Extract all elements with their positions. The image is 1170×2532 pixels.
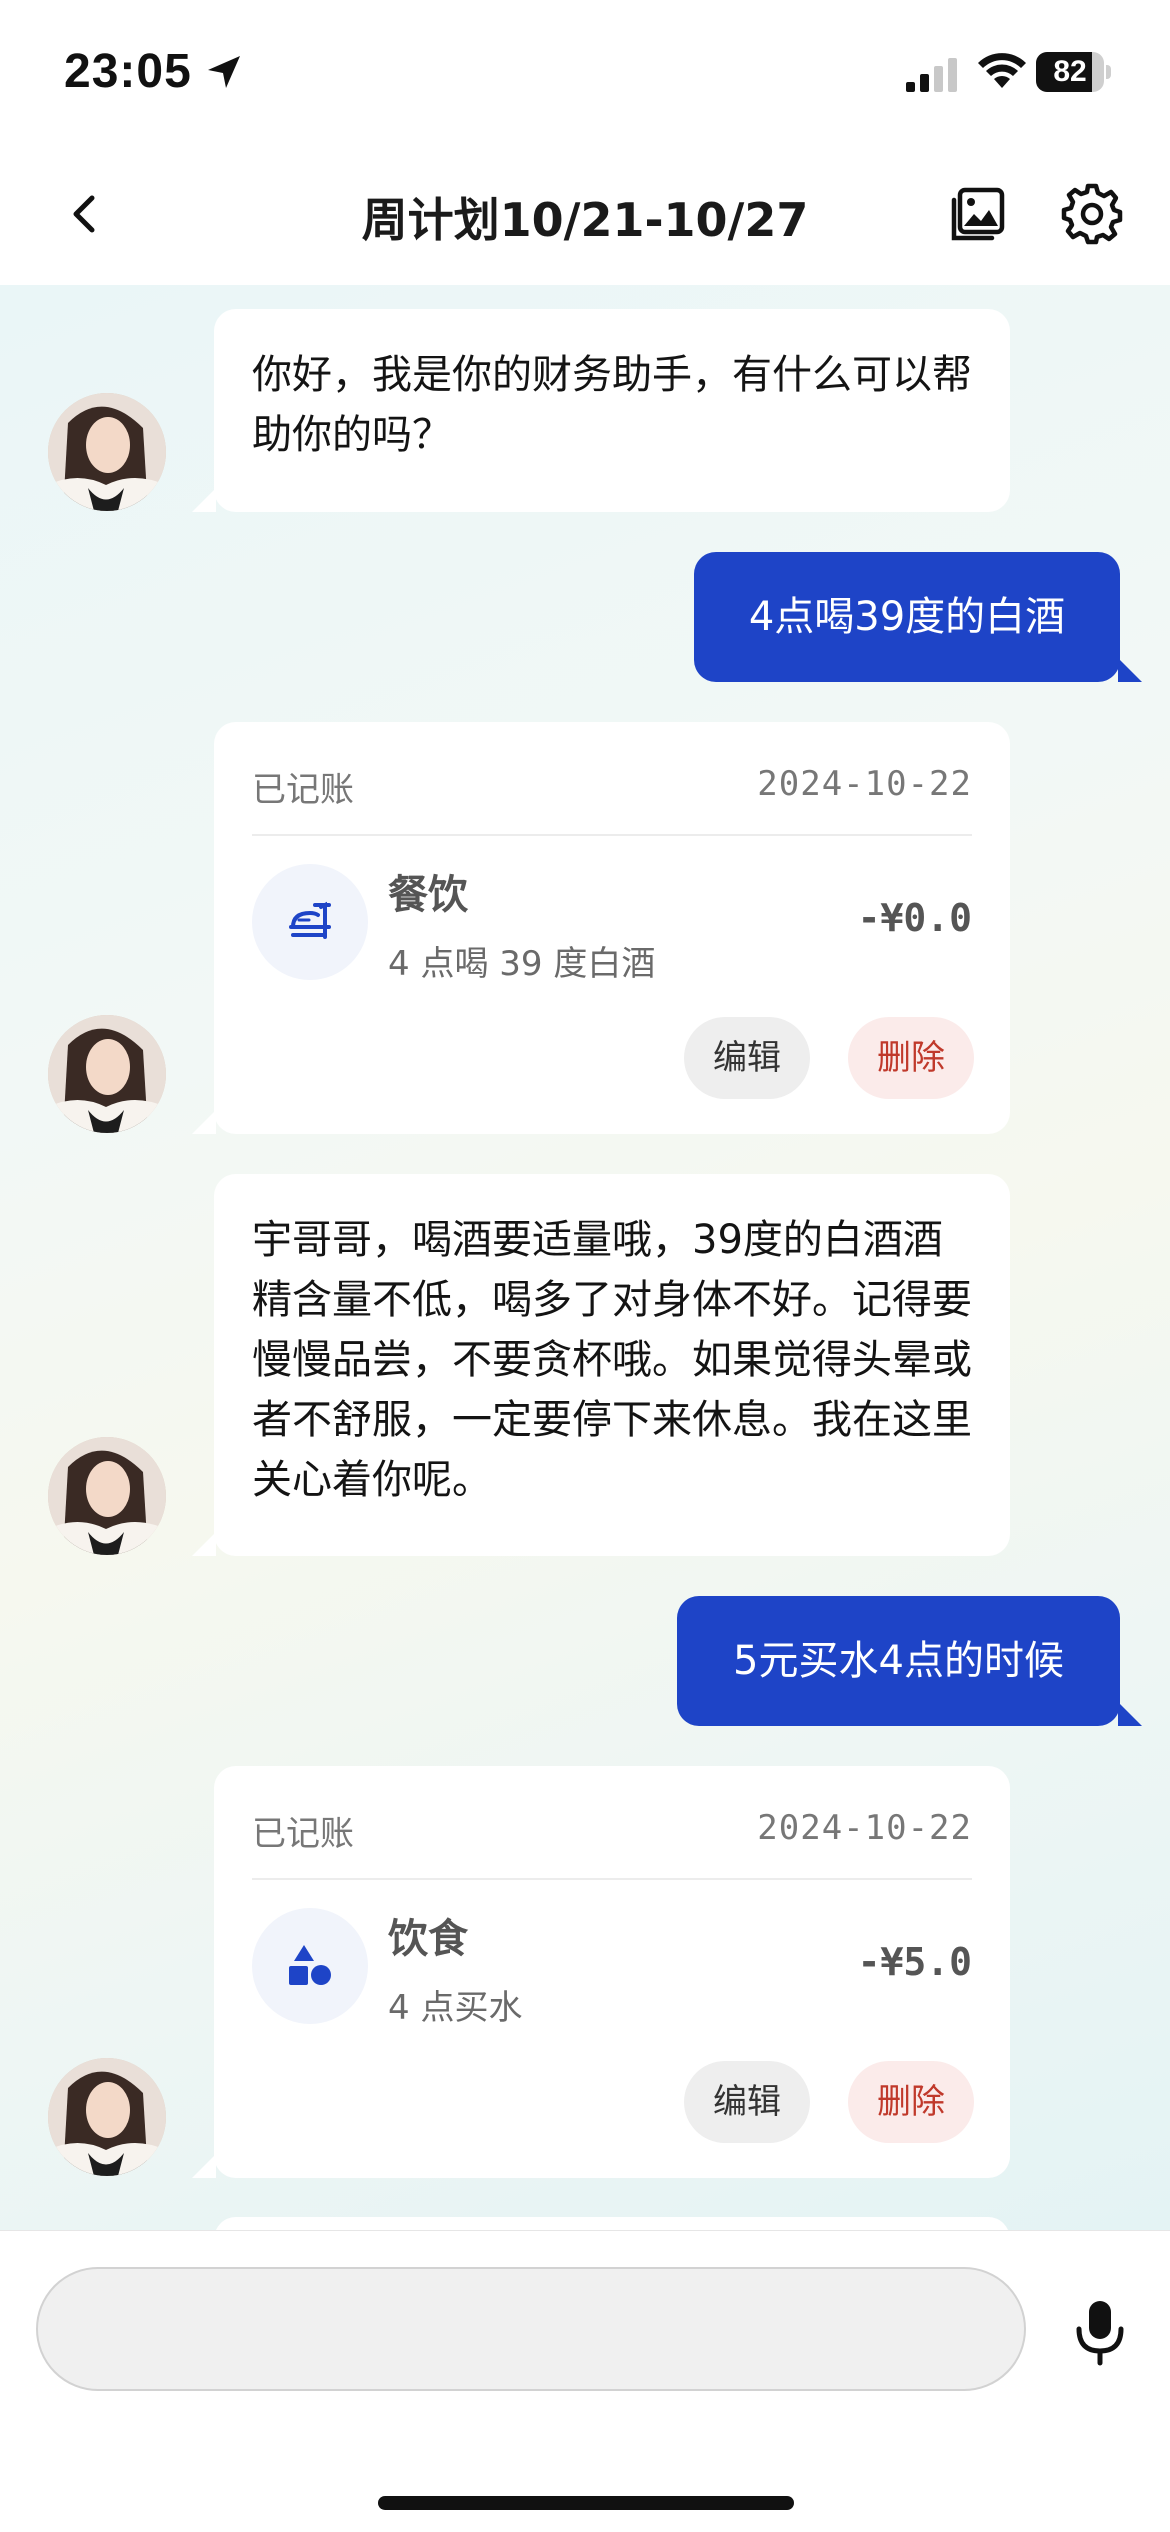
transaction-card: 已记账 2024-10-22 饮食 4 点买水 -¥5.0 编辑 删除: [192, 1766, 1010, 2178]
message-text: 宇哥哥，喝酒要适量哦，39度的白酒酒精含量不低，喝多了对身体不好。记得要慢慢品尝…: [252, 1217, 972, 1503]
record-status: 已记账: [252, 1814, 354, 1854]
gear-icon[interactable]: [1060, 182, 1124, 246]
transaction-card: 已记账 2024-10-22 餐饮 4 点喝 39 度白酒 -¥0.0 编辑 删…: [192, 722, 1010, 1134]
status-time: 23:05: [64, 45, 192, 98]
record-category: 餐饮: [388, 872, 468, 918]
user-message: 4点喝39度的白酒: [694, 552, 1142, 682]
assistant-avatar[interactable]: [48, 2058, 166, 2176]
battery-indicator: 82: [1036, 52, 1111, 92]
chat-area[interactable]: 你好，我是你的财务助手，有什么可以帮助你的吗？ 4点喝39度的白酒 已记账 20…: [0, 285, 1170, 2230]
battery-percent: 82: [1053, 55, 1087, 88]
assistant-avatar[interactable]: [48, 1437, 166, 1555]
edit-button[interactable]: 编辑: [684, 2061, 810, 2143]
category-icon-badge: [252, 864, 368, 980]
gallery-icon[interactable]: [946, 182, 1010, 246]
record-amount: -¥0.0: [857, 896, 972, 940]
record-note: 4 点喝 39 度白酒: [388, 944, 656, 984]
assistant-avatar[interactable]: [48, 393, 166, 511]
message-input[interactable]: [36, 2267, 1026, 2391]
next-message-partial: [214, 2217, 1010, 2230]
record-status: 已记账: [252, 770, 354, 810]
category-icon-badge: [252, 1908, 368, 2024]
assistant-message: 宇哥哥，喝酒要适量哦，39度的白酒酒精含量不低，喝多了对身体不好。记得要慢慢品尝…: [192, 1174, 1010, 1556]
wifi-icon: [978, 53, 1026, 88]
home-indicator: [378, 2496, 794, 2510]
record-category: 饮食: [388, 1916, 468, 1962]
assistant-avatar[interactable]: [48, 1015, 166, 1133]
input-bar: [0, 2230, 1170, 2532]
record-amount: -¥5.0: [857, 1940, 972, 1984]
message-text: 你好，我是你的财务助手，有什么可以帮助你的吗？: [252, 352, 972, 458]
user-message: 5元买水4点的时候: [677, 1596, 1142, 1726]
assistant-message: 你好，我是你的财务助手，有什么可以帮助你的吗？: [192, 309, 1010, 512]
record-note: 4 点买水: [388, 1988, 523, 2028]
header: 周计划10/21-10/27: [0, 150, 1170, 285]
location-arrow-icon: [208, 56, 240, 88]
microphone-icon[interactable]: [1070, 2297, 1130, 2367]
shapes-icon: [289, 1945, 331, 1985]
status-bar: 23:05 82: [0, 0, 1170, 150]
food-icon: [289, 901, 331, 939]
divider: [252, 834, 972, 836]
delete-button[interactable]: 删除: [848, 2061, 974, 2143]
record-date: 2024-10-22: [757, 764, 972, 804]
cellular-signal-icon: [906, 58, 957, 92]
record-date: 2024-10-22: [757, 1808, 972, 1848]
divider: [252, 1878, 972, 1880]
edit-button[interactable]: 编辑: [684, 1017, 810, 1099]
delete-button[interactable]: 删除: [848, 1017, 974, 1099]
